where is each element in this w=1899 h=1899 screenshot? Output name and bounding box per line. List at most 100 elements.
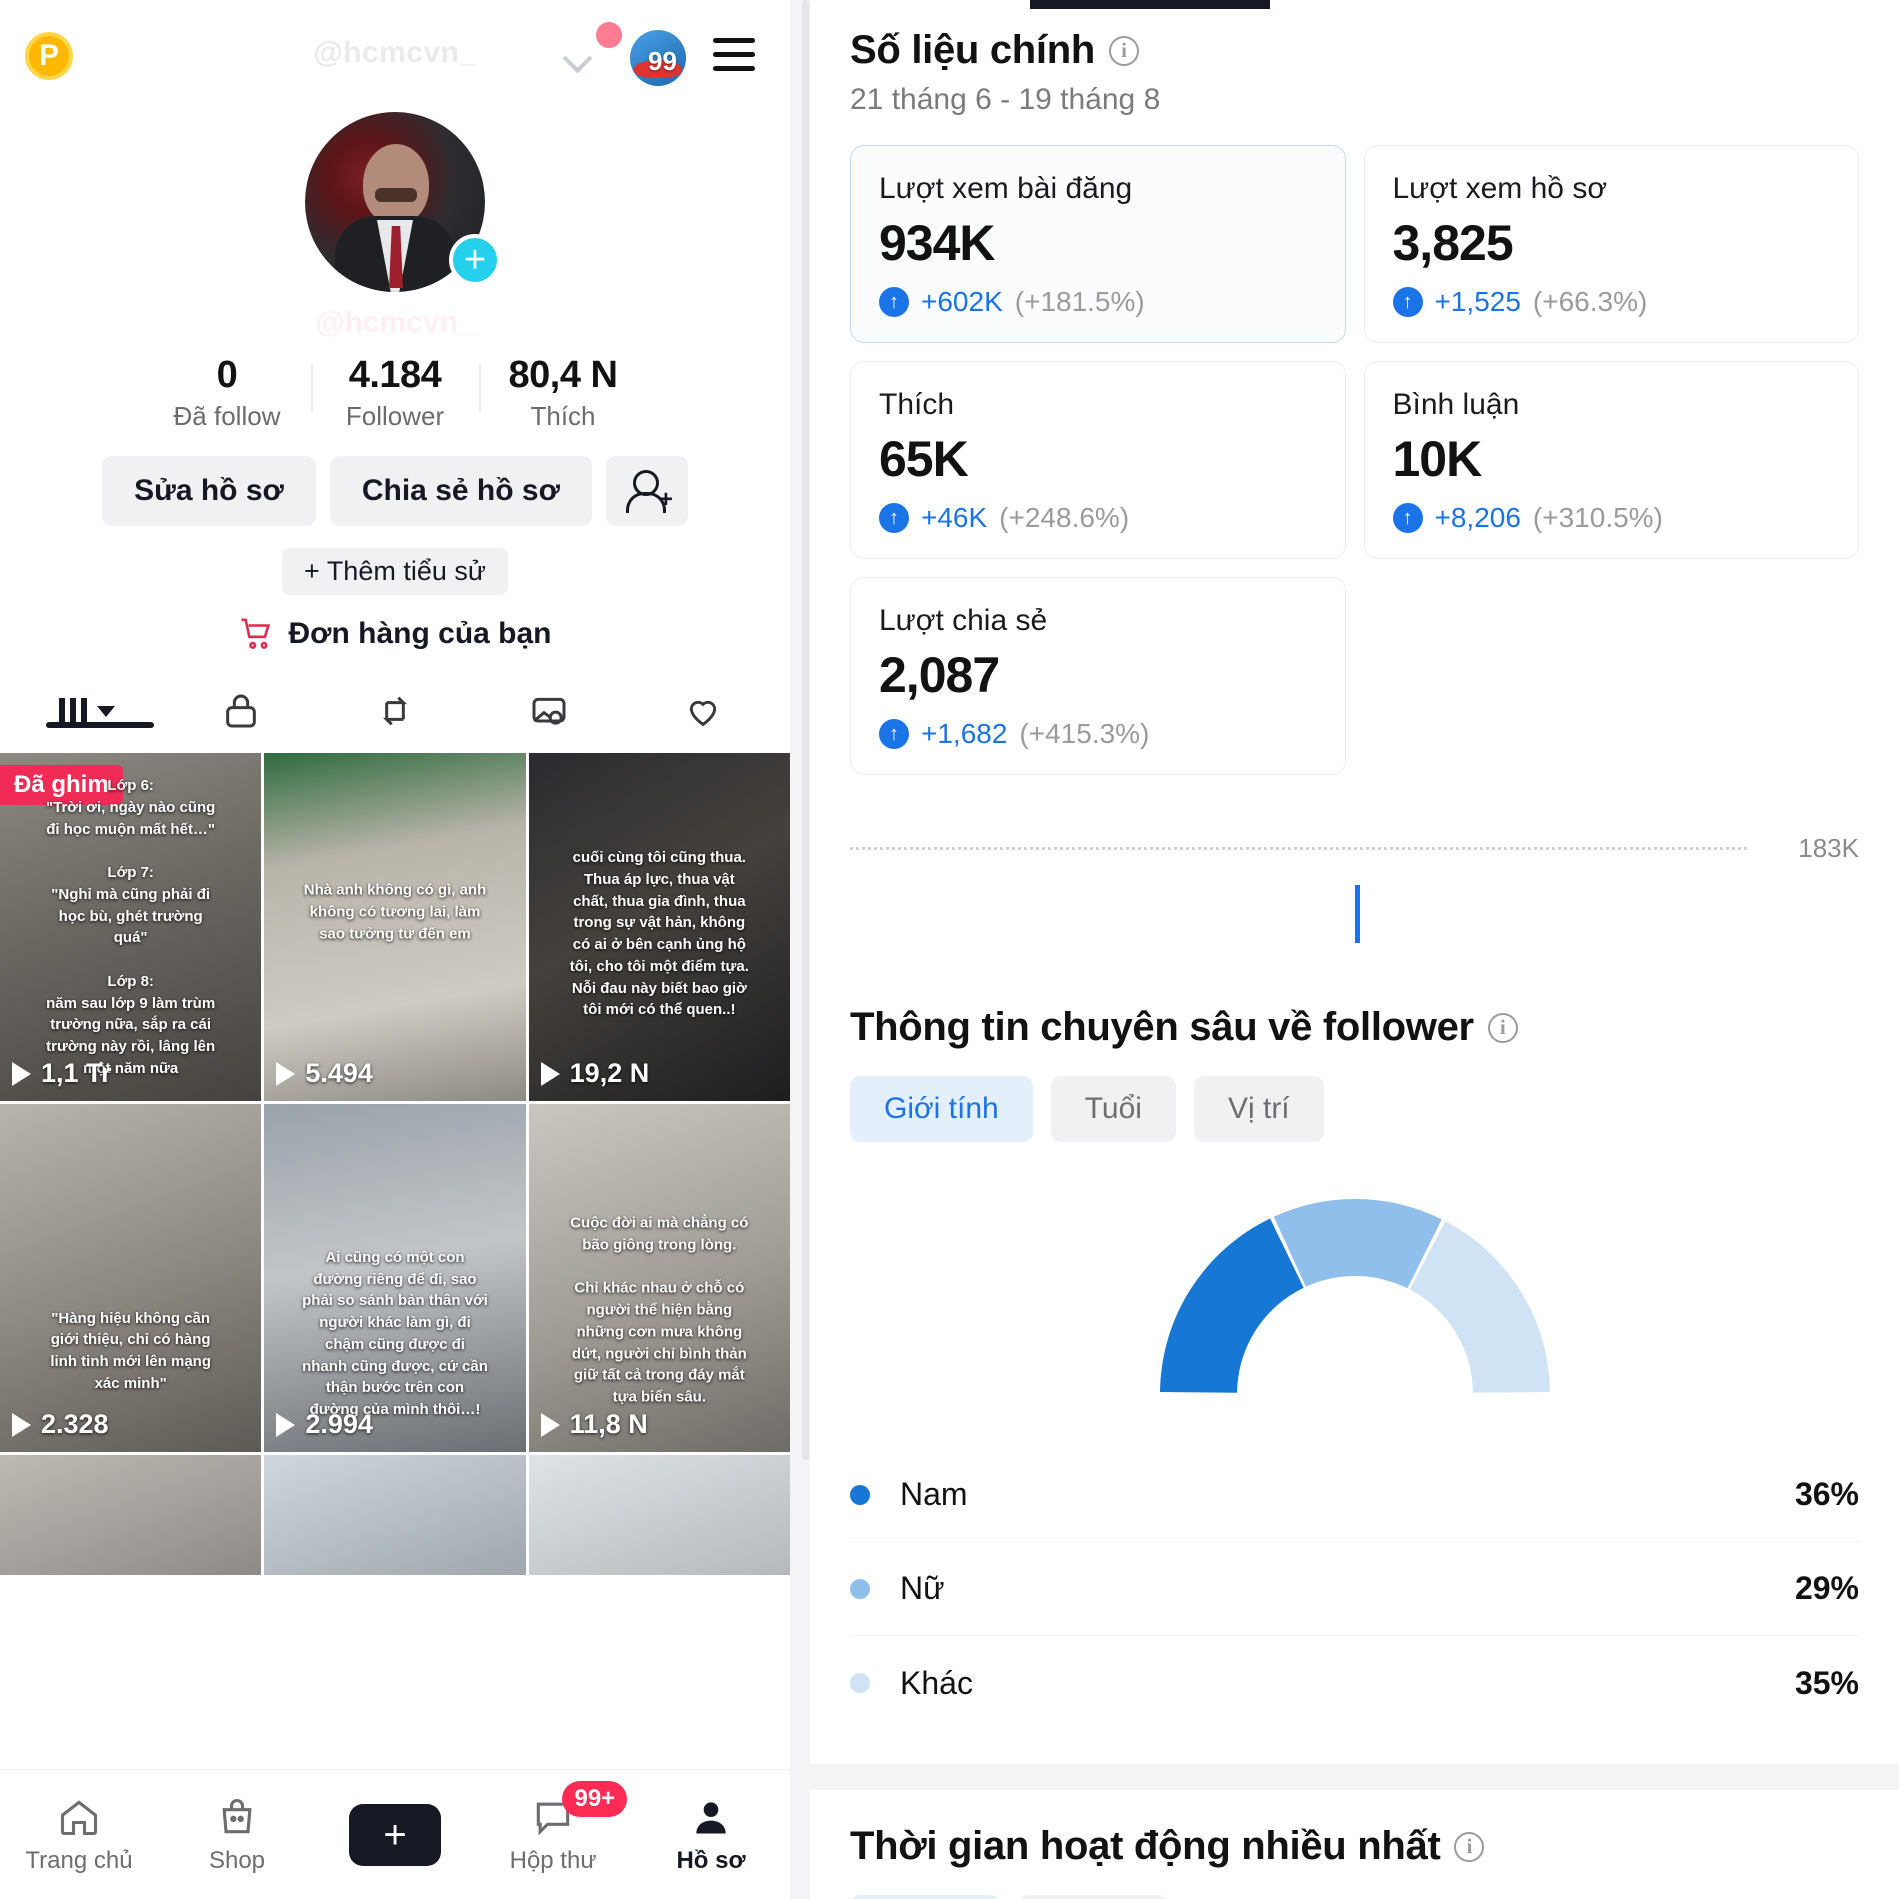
metric-delta: ↑ +46K (+248.6%) <box>879 502 1317 534</box>
play-icon <box>276 1061 296 1086</box>
section-divider <box>810 1764 1899 1790</box>
video-tile[interactable] <box>528 1455 790 1575</box>
video-tile[interactable]: cuối cùng tôi cũng thua. Thua áp lực, th… <box>528 753 790 1101</box>
your-orders-label: Đơn hàng của bạn <box>288 617 552 650</box>
video-tile[interactable] <box>0 1455 262 1575</box>
video-caption: Lớp 6: "Trời ơi, ngày nào cũng đi học mu… <box>46 777 216 1077</box>
legend-color-dot <box>850 1673 870 1693</box>
arrow-up-icon: ↑ <box>879 503 909 533</box>
info-icon[interactable]: i <box>1454 1831 1485 1862</box>
sidebar-item-private-tab[interactable] <box>164 691 318 731</box>
nav-label: Hồ sơ <box>676 1846 746 1874</box>
arrow-up-icon: ↑ <box>879 719 909 749</box>
video-tile[interactable]: Nhà anh không có gì, anh không có tương … <box>264 753 526 1101</box>
add-friend-button[interactable]: + <box>605 456 688 526</box>
metric-delta: ↑ +1,525 (+66.3%) <box>1392 286 1831 318</box>
legend-color-dot <box>850 1578 870 1599</box>
sparkline-bar <box>1354 885 1360 943</box>
nav-item-inbox[interactable]: 99+ Hộp thư <box>474 1780 632 1875</box>
active-times-tab-2[interactable] <box>1018 1895 1168 1899</box>
gauge-svg <box>1159 1199 1550 1393</box>
metric-card-post-views[interactable]: Lượt xem bài đăng 934K ↑ +602K (+181.5%) <box>850 145 1346 343</box>
sidebar-item-liked-tab[interactable] <box>626 691 780 731</box>
plus-icon[interactable]: + <box>449 234 501 286</box>
sidebar-item-grid-tab[interactable] <box>10 698 164 728</box>
gauge-segment-nam <box>1159 1218 1304 1393</box>
scrollbar[interactable] <box>802 0 809 1460</box>
chevron-down-icon <box>97 705 115 717</box>
metric-delta: ↑ +1,682 (+415.3%) <box>879 718 1317 750</box>
gauge-segment-khác <box>1409 1221 1550 1393</box>
metric-delta-pct: (+415.3%) <box>1019 718 1150 749</box>
metric-value: 10K <box>1392 431 1483 487</box>
metric-value: 2,087 <box>879 647 1000 703</box>
account-badge-count: 99 <box>648 46 677 76</box>
chart-axis-row: 183K <box>850 833 1859 873</box>
metric-delta-pct: (+310.5%) <box>1532 502 1663 533</box>
tab-gender[interactable]: Giới tính <box>850 1076 1033 1142</box>
sidebar-item-playlist-tab[interactable] <box>472 691 626 731</box>
stat-value: 4.184 <box>348 354 442 396</box>
metric-card-likes[interactable]: Thích 65K ↑ +46K (+248.6%) <box>850 361 1346 559</box>
video-tile[interactable]: Ai cũng có một con đường riêng để đi, sa… <box>264 1104 526 1452</box>
info-icon[interactable]: i <box>1487 1012 1518 1043</box>
nav-label: Trang chủ <box>25 1846 133 1874</box>
section-title: Thông tin chuyên sâu về follower <box>850 1005 1474 1049</box>
key-metrics-header: Số liệu chính i <box>850 28 1859 73</box>
metric-card-comments[interactable]: Bình luận 10K ↑ +8,206 (+310.5%) <box>1363 361 1859 559</box>
create-plus-icon[interactable]: + <box>342 1803 448 1866</box>
active-times-tab-1[interactable] <box>850 1895 1000 1899</box>
stat-followers[interactable]: 4.184 Follower <box>311 354 479 432</box>
metric-card-shares[interactable]: Lượt chia sẻ 2,087 ↑ +1,682 (+415.3%) <box>850 577 1346 775</box>
your-orders-link[interactable]: Đơn hàng của bạn <box>0 617 790 651</box>
stat-following[interactable]: 0 Đã follow <box>143 354 311 432</box>
metric-delta-pct: (+66.3%) <box>1532 286 1648 317</box>
metric-value: 65K <box>879 431 969 487</box>
profile-topbar: P @hcmcvn_ 99 <box>0 0 790 112</box>
info-icon[interactable]: i <box>1109 35 1140 66</box>
play-icon <box>540 1061 560 1086</box>
video-views: 1,1 Tr <box>12 1058 112 1089</box>
sidebar-item-repost-tab[interactable] <box>318 691 472 731</box>
tab-active-underline <box>46 722 154 728</box>
metric-value: 3,825 <box>1392 215 1514 271</box>
share-profile-button[interactable]: Chia sẻ hồ sơ <box>329 456 592 526</box>
video-tile[interactable]: "Hàng hiệu không cần giới thiệu, chỉ có … <box>0 1104 262 1452</box>
nav-item-home[interactable]: Trang chủ <box>0 1795 158 1875</box>
video-tile[interactable] <box>264 1455 526 1575</box>
sheet-drag-handle[interactable] <box>1030 0 1270 9</box>
tab-age[interactable]: Tuổi <box>1050 1076 1176 1142</box>
metric-delta-abs: +8,206 <box>1434 502 1521 533</box>
metric-delta: ↑ +8,206 (+310.5%) <box>1392 502 1831 534</box>
chevron-down-icon[interactable] <box>565 46 591 72</box>
follower-insights-section: Thông tin chuyên sâu về follower i Giới … <box>810 977 1899 1730</box>
nav-item-shop[interactable]: Shop <box>158 1795 316 1875</box>
metric-label: Lượt xem bài đăng <box>879 172 1133 205</box>
gender-gauge-chart <box>1145 1194 1565 1404</box>
nav-item-create[interactable]: + <box>316 1803 474 1866</box>
nav-item-profile[interactable]: Hồ sơ <box>632 1795 790 1875</box>
video-views: 11,8 N <box>540 1409 648 1440</box>
notification-dot <box>596 22 622 48</box>
video-views: 5.494 <box>276 1058 373 1089</box>
bottom-navigation: Trang chủ Shop + 99+ Hộp thư Hồ sơ <box>0 1769 790 1899</box>
active-times-section: Thời gian hoạt động nhiều nhất i <box>810 1790 1899 1899</box>
avatar[interactable]: + <box>305 112 501 292</box>
section-title: Thời gian hoạt động nhiều nhất <box>850 1824 1441 1868</box>
profile-stats: 0 Đã follow 4.184 Follower 80,4 N Thích <box>0 354 790 432</box>
add-bio-button[interactable]: + Thêm tiểu sử <box>282 548 508 595</box>
hamburger-icon[interactable] <box>713 38 755 76</box>
video-caption: Cuộc đời ai mà chẳng có bão giông trong … <box>570 1214 749 1406</box>
metric-card-profile-views[interactable]: Lượt xem hồ sơ 3,825 ↑ +1,525 (+66.3%) <box>1363 145 1859 343</box>
video-tile[interactable]: Cuộc đời ai mà chẳng có bão giông trong … <box>528 1104 790 1452</box>
edit-profile-button[interactable]: Sửa hồ sơ <box>102 456 316 526</box>
person-add-icon: + <box>625 470 673 513</box>
video-tile[interactable]: Đã ghim Lớp 6: "Trời ơi, ngày nào cũng đ… <box>0 753 262 1101</box>
stat-likes[interactable]: 80,4 N Thích <box>479 354 647 432</box>
tab-location[interactable]: Vị trí <box>1193 1076 1324 1142</box>
legend-item-female: Nữ 29% <box>850 1542 1859 1636</box>
play-icon <box>12 1061 31 1086</box>
profile-tabs <box>0 677 790 745</box>
metric-delta-abs: +1,525 <box>1434 286 1521 317</box>
active-times-tabs <box>850 1895 1859 1899</box>
